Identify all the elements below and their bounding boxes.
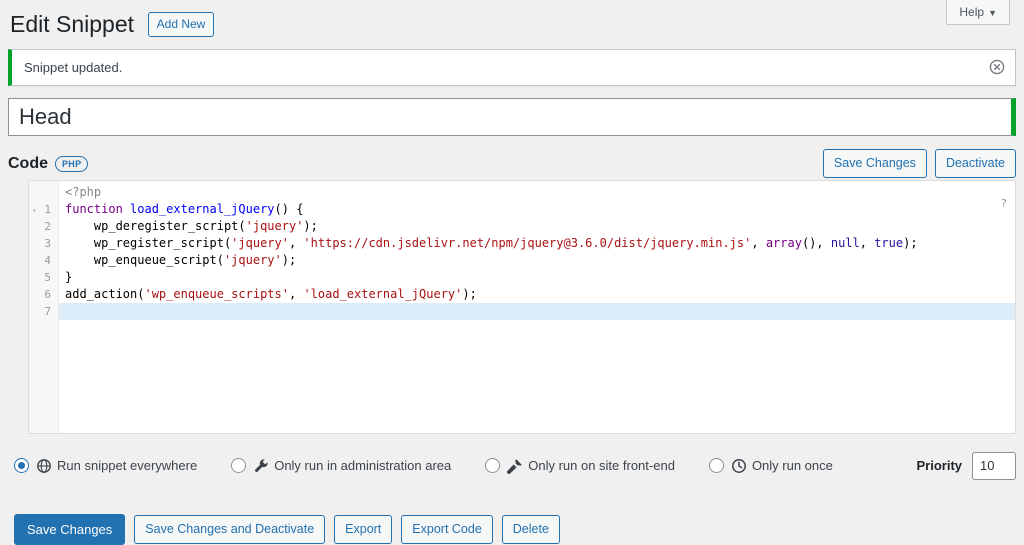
line-number: 2 (29, 218, 59, 235)
save-changes-button[interactable]: Save Changes (14, 514, 125, 545)
code-line[interactable]: 4 wp_enqueue_script('jquery'); (29, 252, 1015, 269)
code-line-content: } (59, 269, 1015, 286)
scope-label-frontend: Only run on site front-end (528, 458, 675, 473)
line-number: 6 (29, 286, 59, 303)
code-line-content: wp_deregister_script('jquery'); (59, 218, 1015, 235)
line-number (29, 184, 59, 201)
scope-option-everywhere[interactable]: Run snippet everywhere (14, 458, 197, 474)
code-line-content: wp_enqueue_script('jquery'); (59, 252, 1015, 269)
code-line-content: add_action('wp_enqueue_scripts', 'load_e… (59, 286, 1015, 303)
line-number: 7 (29, 303, 59, 320)
radio-admin[interactable] (231, 458, 246, 473)
line-number: 5 (29, 269, 59, 286)
code-line-content: <?php (59, 184, 1015, 201)
php-badge: PHP (55, 156, 88, 172)
scope-options-row: Run snippet everywhere Only run in admin… (14, 452, 1016, 480)
fold-marker-icon[interactable]: ▾ (32, 202, 37, 219)
editor-corner-mark: ? (1000, 195, 1007, 212)
export-button[interactable]: Export (334, 515, 392, 544)
code-section-header: Code PHP Save Changes Deactivate (8, 150, 1016, 178)
help-dropdown[interactable]: Help ▼ (946, 0, 1010, 25)
wrench-icon (253, 458, 269, 474)
deactivate-button[interactable]: Deactivate (935, 149, 1016, 178)
code-line[interactable]: 6add_action('wp_enqueue_scripts', 'load_… (29, 286, 1015, 303)
code-line[interactable]: 2 wp_deregister_script('jquery'); (29, 218, 1015, 235)
code-editor-lines: <?php▾1function load_external_jQuery() {… (29, 181, 1015, 320)
code-line[interactable]: 3 wp_register_script('jquery', 'https://… (29, 235, 1015, 252)
notice-message: Snippet updated. (24, 60, 122, 75)
clock-icon (731, 458, 747, 474)
scope-option-frontend[interactable]: Only run on site front-end (485, 458, 675, 474)
priority-input[interactable] (972, 452, 1016, 480)
scope-option-admin[interactable]: Only run in administration area (231, 458, 451, 474)
scope-label-once: Only run once (752, 458, 833, 473)
code-line-content: function load_external_jQuery() { (59, 201, 1015, 218)
priority-group: Priority (916, 452, 1016, 480)
delete-button[interactable]: Delete (502, 515, 560, 544)
export-code-button[interactable]: Export Code (401, 515, 492, 544)
chevron-down-icon: ▼ (988, 8, 997, 18)
code-line-content: wp_register_script('jquery', 'https://cd… (59, 235, 1015, 252)
priority-label: Priority (916, 458, 962, 473)
page-header: Edit Snippet Add New (0, 0, 1024, 41)
line-number: ▾1 (29, 201, 59, 218)
dismiss-notice-icon[interactable] (989, 59, 1005, 75)
code-section-label: Code (8, 155, 48, 173)
code-line-content (59, 303, 1015, 320)
radio-once[interactable] (709, 458, 724, 473)
radio-everywhere[interactable] (14, 458, 29, 473)
code-line[interactable]: ▾1function load_external_jQuery() { (29, 201, 1015, 218)
hammer-icon (507, 458, 523, 474)
code-line[interactable]: 7 (29, 303, 1015, 320)
code-line[interactable]: <?php (29, 184, 1015, 201)
help-label: Help (959, 5, 984, 19)
code-editor[interactable]: <?php▾1function load_external_jQuery() {… (28, 180, 1016, 434)
scope-label-everywhere: Run snippet everywhere (57, 458, 197, 473)
scope-option-once[interactable]: Only run once (709, 458, 833, 474)
save-changes-top-button[interactable]: Save Changes (823, 149, 927, 178)
snippet-title-input[interactable] (8, 98, 1016, 136)
success-notice: Snippet updated. (8, 49, 1016, 86)
line-number: 4 (29, 252, 59, 269)
code-line[interactable]: 5} (29, 269, 1015, 286)
globe-icon (36, 458, 52, 474)
save-and-deactivate-button[interactable]: Save Changes and Deactivate (134, 515, 325, 544)
line-number: 3 (29, 235, 59, 252)
radio-frontend[interactable] (485, 458, 500, 473)
scope-label-admin: Only run in administration area (274, 458, 451, 473)
page-title: Edit Snippet (10, 11, 134, 37)
add-new-button[interactable]: Add New (148, 12, 215, 37)
footer-actions: Save Changes Save Changes and Deactivate… (14, 514, 1016, 545)
